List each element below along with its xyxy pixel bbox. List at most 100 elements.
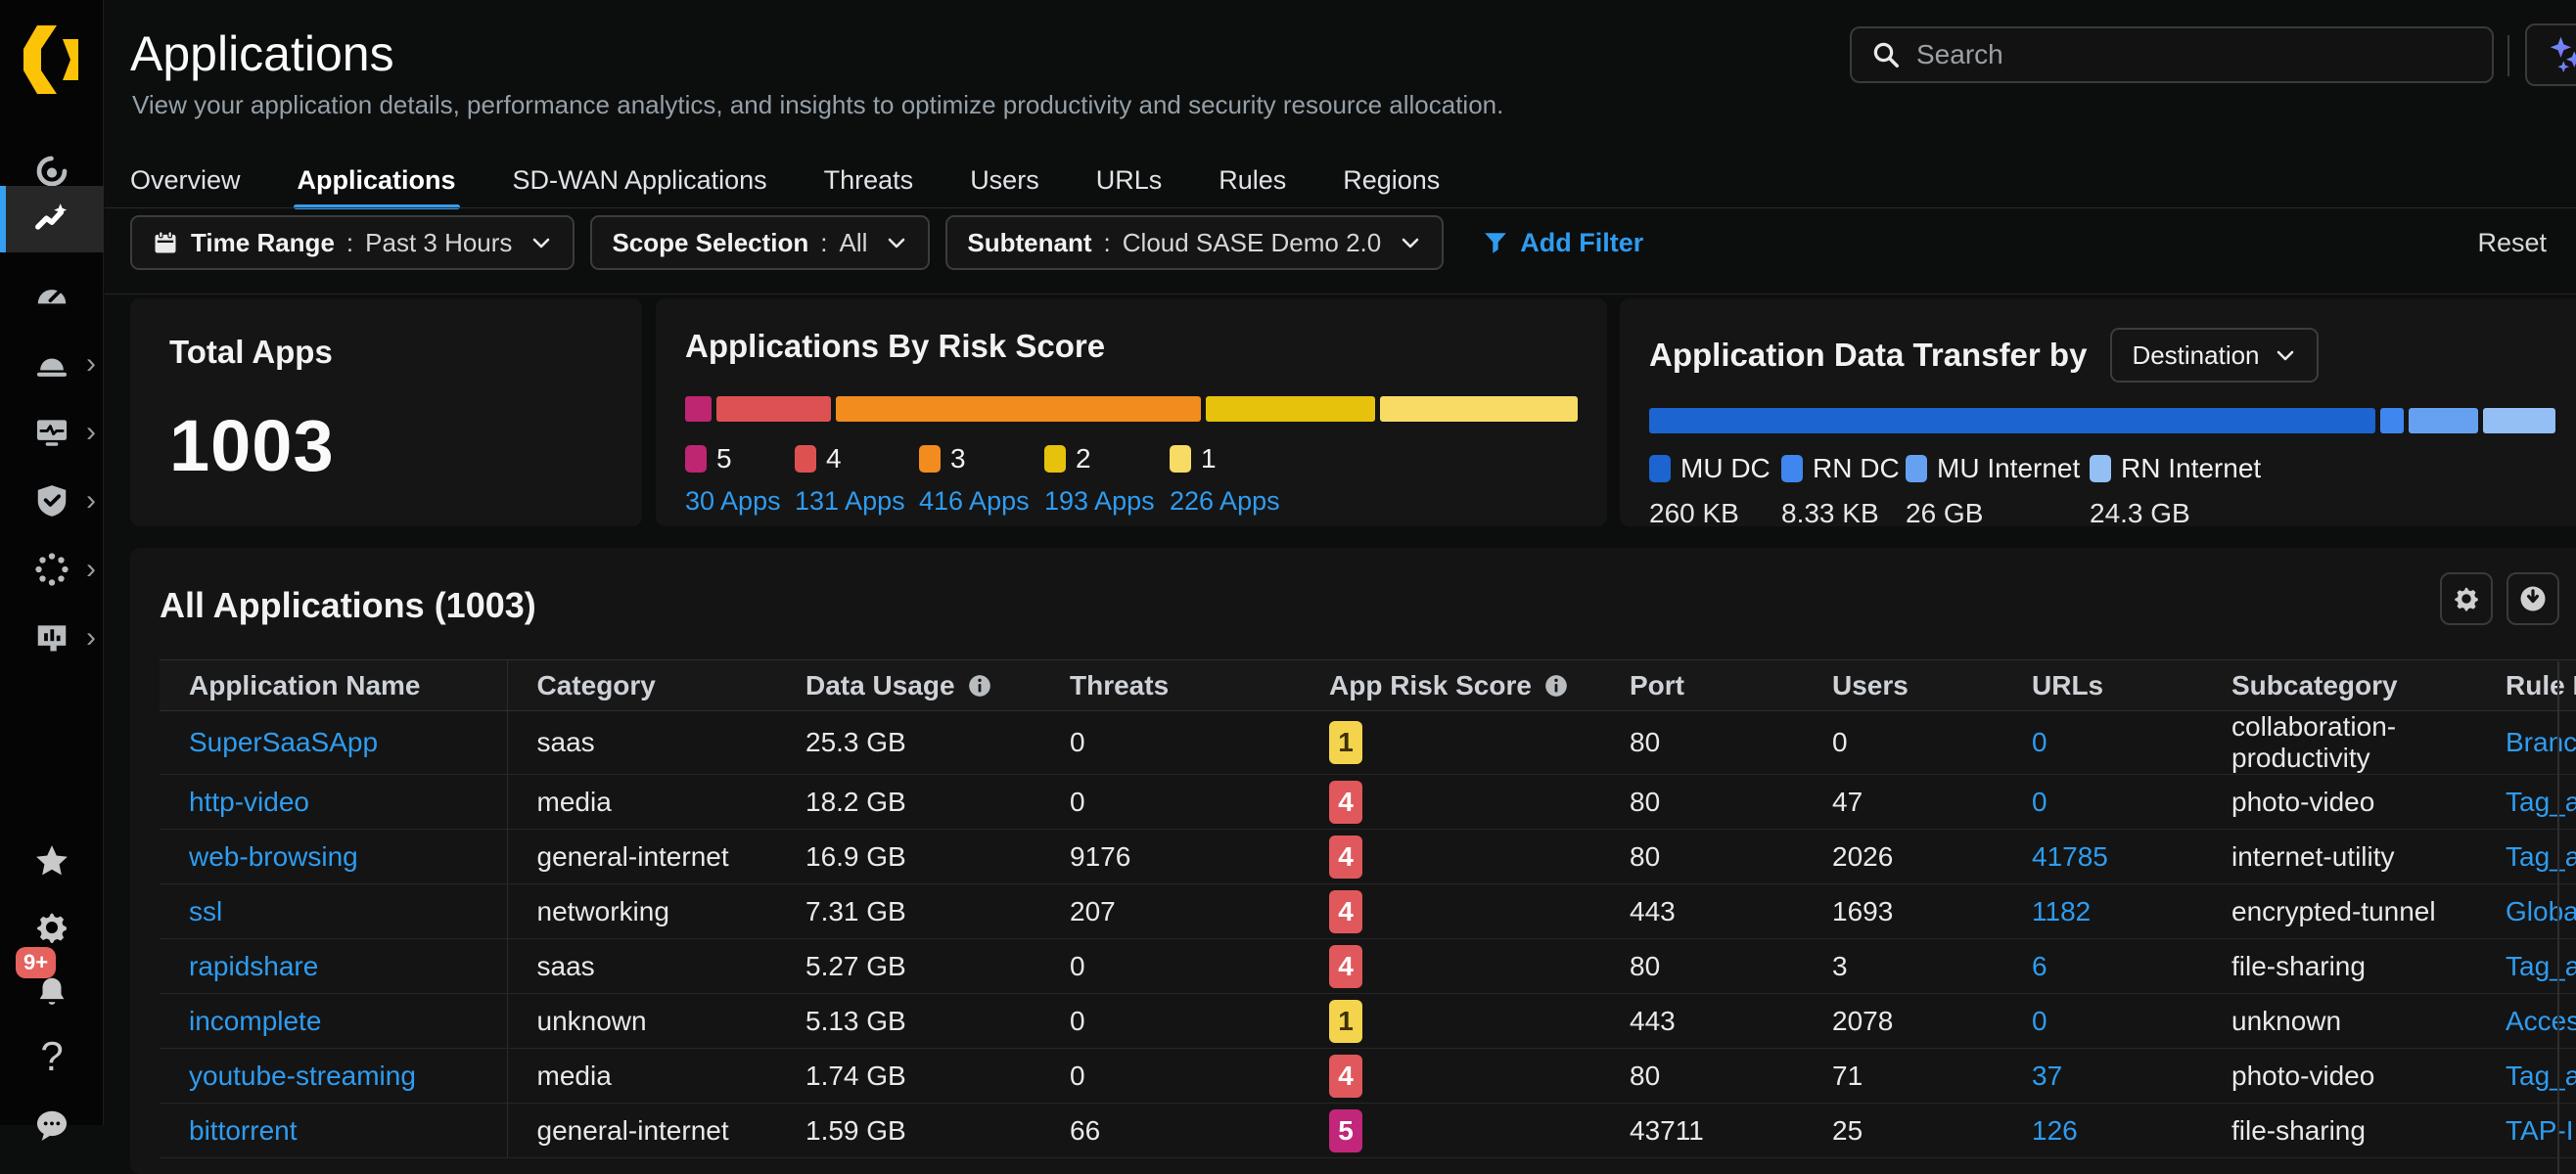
tab-urls[interactable]: URLs: [1096, 165, 1163, 209]
rule-link[interactable]: Globa: [2506, 896, 2576, 926]
risk-bar-segment-2[interactable]: [1206, 396, 1375, 422]
cell-port: 43711: [1600, 1104, 1803, 1158]
sidebar-item-workflows[interactable]: ›: [0, 538, 104, 601]
column-header-subcategory[interactable]: Subcategory: [2202, 660, 2476, 711]
name-link[interactable]: ssl: [189, 896, 222, 926]
column-header-users[interactable]: Users: [1803, 660, 2002, 711]
column-header-port[interactable]: Port: [1600, 660, 1803, 711]
sidebar-item-dashboards[interactable]: [0, 266, 104, 329]
time-range-label: Time Range: [191, 228, 335, 258]
risk-apps-link-1[interactable]: 226 Apps: [1170, 486, 1307, 517]
transfer-bar-segment-mu-internet[interactable]: [2409, 408, 2478, 433]
table-settings-button[interactable]: [2440, 572, 2493, 625]
rule-link[interactable]: Tag_al: [2506, 787, 2576, 817]
risk-bar-segment-3[interactable]: [836, 396, 1201, 422]
scope-selection-value: All: [840, 228, 868, 258]
sidebar-item-reports[interactable]: ›: [0, 607, 104, 669]
column-label: Port: [1630, 670, 1684, 700]
transfer-swatch-rn-dc: [1781, 455, 1803, 482]
rule-link[interactable]: Tag_al: [2506, 951, 2576, 981]
tab-users[interactable]: Users: [970, 165, 1039, 209]
name-link[interactable]: bittorrent: [189, 1115, 298, 1146]
risk-score-card: Applications By Risk Score 530 Apps4131 …: [656, 298, 1607, 526]
risk-badge-4: 4: [1329, 1055, 1362, 1098]
rule-link[interactable]: Acces: [2506, 1006, 2576, 1036]
name-link[interactable]: youtube-streaming: [189, 1061, 416, 1091]
time-range-dropdown[interactable]: Time Range:Past 3 Hours: [130, 215, 575, 270]
column-header-app-risk-score[interactable]: App Risk Score: [1300, 660, 1600, 711]
filter-row: Time Range:Past 3 Hours Scope Selection:A…: [130, 215, 2547, 270]
global-search[interactable]: [1850, 26, 2494, 83]
column-header-rule-n[interactable]: Rule N: [2476, 660, 2576, 711]
urls-link[interactable]: 0: [2032, 787, 2047, 817]
data-transfer-title: Application Data Transfer by: [1649, 337, 2087, 374]
urls-link[interactable]: 41785: [2032, 841, 2108, 872]
risk-apps-link-5[interactable]: 30 Apps: [685, 486, 795, 517]
name-link[interactable]: incomplete: [189, 1006, 321, 1036]
transfer-bar-segment-rn-dc[interactable]: [2380, 408, 2404, 433]
transfer-bar-segment-rn-internet[interactable]: [2483, 408, 2555, 433]
cell-port: 443: [1600, 884, 1803, 939]
name-link[interactable]: rapidshare: [189, 951, 318, 981]
table-download-button[interactable]: [2507, 572, 2559, 625]
urls-link[interactable]: 6: [2032, 951, 2047, 981]
sidebar-item-notifications[interactable]: 9+: [0, 961, 104, 1023]
risk-apps-link-3[interactable]: 416 Apps: [919, 486, 1044, 517]
sidebar-item-incidents-alerts[interactable]: ›: [0, 333, 104, 395]
subtenant-dropdown[interactable]: Subtenant:Cloud SASE Demo 2.0: [945, 215, 1444, 270]
risk-apps-link-2[interactable]: 193 Apps: [1044, 486, 1170, 517]
sidebar-item-security-posture[interactable]: ›: [0, 470, 104, 532]
reset-button[interactable]: Reset: [2477, 228, 2547, 258]
risk-bar-segment-4[interactable]: [716, 396, 831, 422]
rule-link[interactable]: TAP-I: [2506, 1115, 2573, 1146]
name-link[interactable]: http-video: [189, 787, 309, 817]
cell-data-usage: 16.9 GB: [776, 830, 1040, 884]
column-header-category[interactable]: Category: [507, 660, 776, 711]
ai-copilot-button[interactable]: [2525, 23, 2576, 86]
column-label: Data Usage: [805, 670, 955, 700]
tab-overview[interactable]: Overview: [130, 165, 241, 209]
risk-apps-link-4[interactable]: 131 Apps: [795, 486, 919, 517]
rule-link[interactable]: Branc: [2506, 727, 2576, 757]
column-header-threats[interactable]: Threats: [1040, 660, 1300, 711]
brand-logo[interactable]: [23, 25, 78, 94]
tab-applications[interactable]: Applications: [298, 165, 456, 209]
cell-name: incomplete: [160, 994, 507, 1049]
sidebar-item-chat[interactable]: [0, 1094, 104, 1156]
cell-subcategory: encrypted-tunnel: [2202, 884, 2476, 939]
risk-bar-segment-5[interactable]: [685, 396, 712, 422]
urls-link[interactable]: 37: [2032, 1061, 2062, 1091]
tab-threats[interactable]: Threats: [824, 165, 914, 209]
cell-data-usage: 1.74 GB: [776, 1049, 1040, 1104]
tab-sd-wan-applications[interactable]: SD-WAN Applications: [513, 165, 767, 209]
info-icon[interactable]: [1543, 673, 1569, 699]
column-header-application-name[interactable]: Application Name: [160, 660, 507, 711]
rule-link[interactable]: Tag_al: [2506, 841, 2576, 872]
rule-link[interactable]: Tag_al: [2506, 1061, 2576, 1091]
risk-bar-segment-1[interactable]: [1380, 396, 1578, 422]
column-label: Users: [1832, 670, 1909, 700]
name-link[interactable]: SuperSaaSApp: [189, 727, 378, 757]
urls-link[interactable]: 0: [2032, 1006, 2047, 1036]
transfer-groupby-dropdown[interactable]: Destination: [2110, 328, 2318, 383]
data-transfer-bar: [1649, 408, 2559, 433]
transfer-bar-segment-mu-dc[interactable]: [1649, 408, 2375, 433]
sidebar-item-monitor[interactable]: ›: [0, 401, 104, 464]
sidebar-item-help[interactable]: ?: [0, 1025, 104, 1088]
urls-link[interactable]: 126: [2032, 1115, 2078, 1146]
add-filter-button[interactable]: Add Filter: [1483, 228, 1643, 258]
urls-link[interactable]: 0: [2032, 727, 2047, 757]
sidebar-item-insights[interactable]: [0, 186, 104, 252]
column-header-urls[interactable]: URLs: [2002, 660, 2202, 711]
search-input[interactable]: [1916, 39, 2472, 70]
name-link[interactable]: web-browsing: [189, 841, 358, 872]
tab-rules[interactable]: Rules: [1219, 165, 1286, 209]
favorites-star-icon: [33, 842, 70, 880]
tab-regions[interactable]: Regions: [1343, 165, 1440, 209]
urls-link[interactable]: 1182: [2032, 896, 2091, 926]
info-icon[interactable]: [967, 673, 992, 699]
scope-selection-dropdown[interactable]: Scope Selection:All: [590, 215, 930, 270]
cell-users: 3: [1803, 939, 2002, 994]
column-header-data-usage[interactable]: Data Usage: [776, 660, 1040, 711]
sidebar-item-favorites[interactable]: [0, 830, 104, 892]
